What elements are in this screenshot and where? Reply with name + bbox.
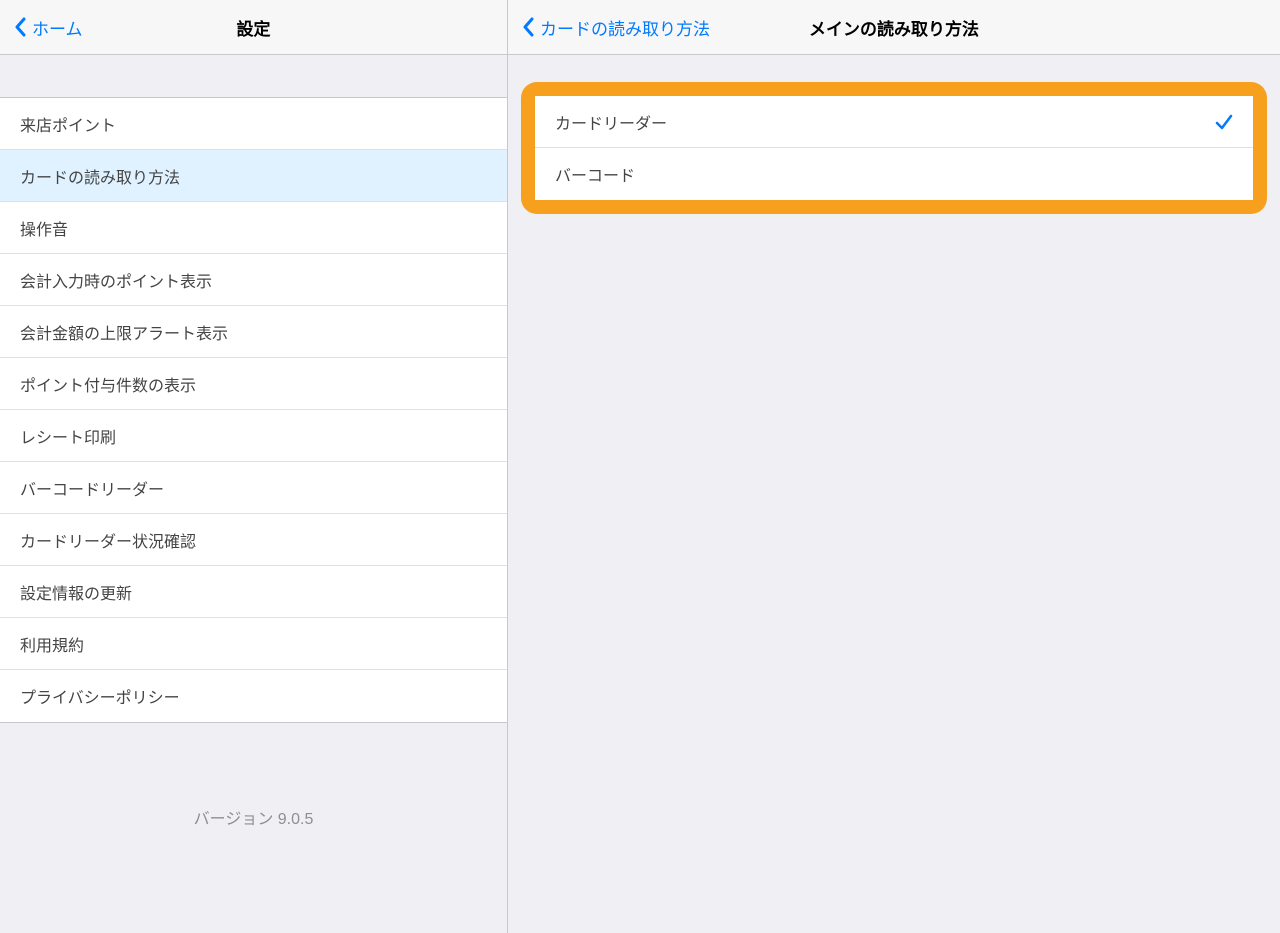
chevron-left-icon (522, 17, 534, 37)
settings-item[interactable]: カードの読み取り方法 (0, 150, 507, 202)
back-label-card-reading: カードの読み取り方法 (540, 15, 710, 40)
settings-item-label: 設定情報の更新 (20, 580, 132, 604)
settings-item[interactable]: レシート印刷 (0, 410, 507, 462)
check-icon (1215, 113, 1233, 131)
settings-item[interactable]: 利用規約 (0, 618, 507, 670)
option-item[interactable]: カードリーダー (535, 96, 1253, 148)
settings-item-label: バーコードリーダー (20, 476, 164, 500)
settings-item-label: カードリーダー状況確認 (20, 528, 196, 552)
left-panel: ホーム 設定 来店ポイントカードの読み取り方法操作音会計入力時のポイント表示会計… (0, 0, 508, 933)
right-content: カードリーダーバーコード (508, 55, 1280, 241)
settings-item-label: レシート印刷 (20, 424, 116, 448)
back-label-home: ホーム (32, 15, 83, 40)
settings-item[interactable]: 会計金額の上限アラート表示 (0, 306, 507, 358)
option-item[interactable]: バーコード (535, 148, 1253, 200)
settings-item[interactable]: バーコードリーダー (0, 462, 507, 514)
settings-item[interactable]: プライバシーポリシー (0, 670, 507, 722)
settings-list: 来店ポイントカードの読み取り方法操作音会計入力時のポイント表示会計金額の上限アラ… (0, 97, 507, 723)
settings-item-label: カードの読み取り方法 (20, 164, 180, 188)
highlight-box: カードリーダーバーコード (521, 82, 1267, 214)
options-list: カードリーダーバーコード (535, 96, 1253, 200)
chevron-left-icon (14, 17, 26, 37)
settings-item-label: 会計入力時のポイント表示 (20, 268, 212, 292)
settings-item[interactable]: カードリーダー状況確認 (0, 514, 507, 566)
back-button-card-reading[interactable]: カードの読み取り方法 (508, 15, 710, 40)
settings-item[interactable]: ポイント付与件数の表示 (0, 358, 507, 410)
option-item-label: カードリーダー (555, 110, 667, 134)
left-nav-title: 設定 (237, 15, 271, 40)
settings-item-label: 来店ポイント (20, 112, 116, 136)
right-nav-header: カードの読み取り方法 メインの読み取り方法 (508, 0, 1280, 55)
right-panel: カードの読み取り方法 メインの読み取り方法 カードリーダーバーコード (508, 0, 1280, 933)
settings-item-label: 会計金額の上限アラート表示 (20, 320, 228, 344)
settings-item-label: 利用規約 (20, 632, 84, 656)
right-nav-title: メインの読み取り方法 (809, 15, 979, 40)
left-nav-header: ホーム 設定 (0, 0, 507, 55)
settings-item[interactable]: 設定情報の更新 (0, 566, 507, 618)
back-button-home[interactable]: ホーム (0, 15, 83, 40)
settings-item-label: 操作音 (20, 216, 68, 240)
settings-spacer (0, 55, 507, 97)
version-label: バージョン 9.0.5 (0, 723, 507, 933)
settings-item-label: プライバシーポリシー (20, 684, 180, 708)
option-item-label: バーコード (555, 162, 635, 186)
settings-item-label: ポイント付与件数の表示 (20, 372, 196, 396)
settings-item[interactable]: 来店ポイント (0, 98, 507, 150)
settings-item[interactable]: 操作音 (0, 202, 507, 254)
settings-item[interactable]: 会計入力時のポイント表示 (0, 254, 507, 306)
